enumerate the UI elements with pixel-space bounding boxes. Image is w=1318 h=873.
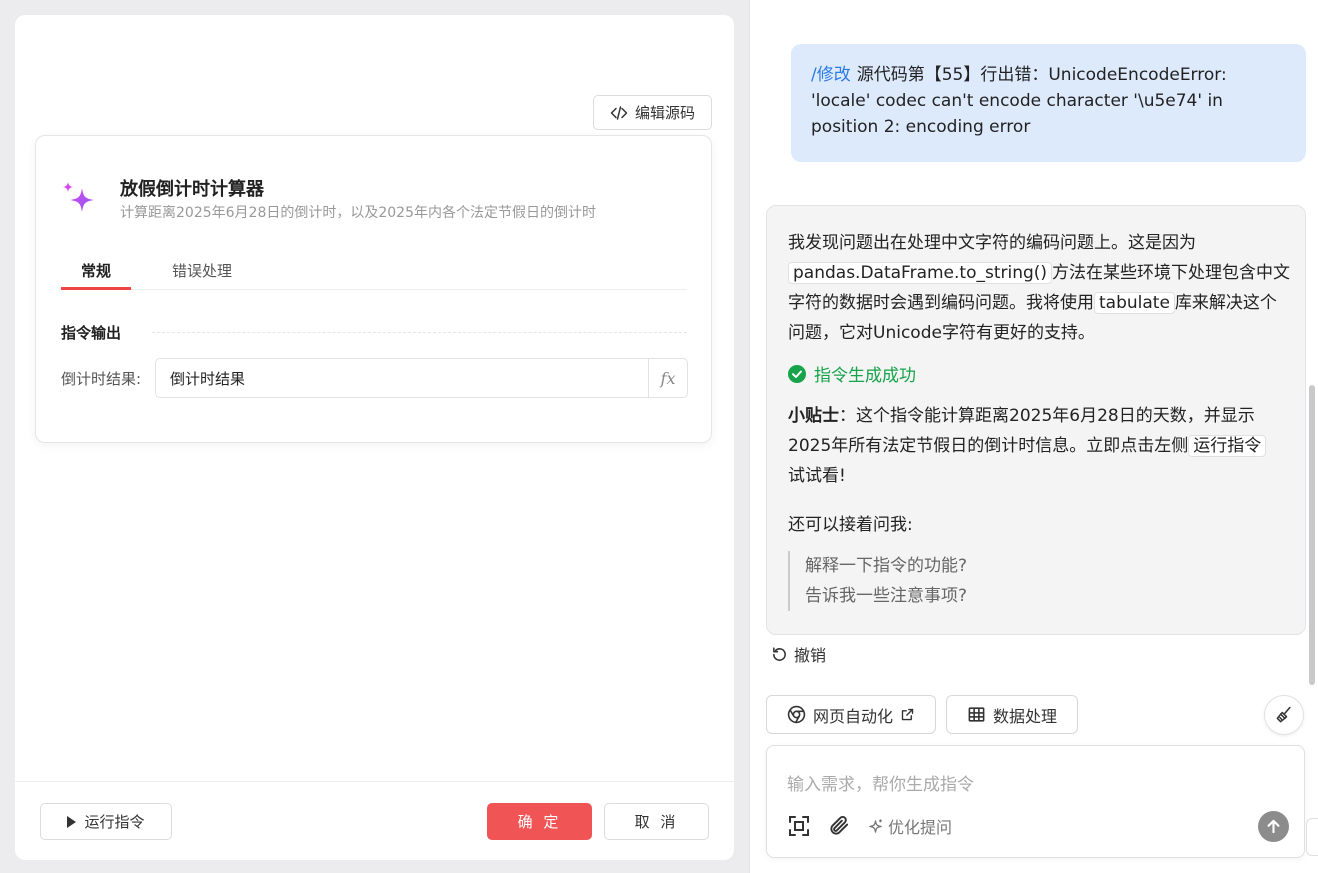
command-card: 放假倒计时计算器 计算距离2025年6月28日的倒计时，以及2025年内各个法定… xyxy=(35,135,712,443)
send-button[interactable] xyxy=(1258,811,1289,842)
run-command-label: 运行指令 xyxy=(84,813,145,831)
chat-scrollbar[interactable] xyxy=(1309,385,1315,685)
run-command-button[interactable]: 运行指令 xyxy=(40,803,172,840)
edit-source-label: 编辑源码 xyxy=(634,104,695,122)
ask-more-label: 还可以接着问我: xyxy=(788,515,913,535)
optimize-question-label: 优化提问 xyxy=(888,818,953,837)
arrow-up-icon xyxy=(1267,819,1280,834)
web-automation-label: 网页自动化 xyxy=(812,706,893,726)
paperclip-icon xyxy=(830,815,849,835)
edit-source-button[interactable]: 编辑源码 xyxy=(593,95,712,130)
sparkle-icon xyxy=(63,182,94,212)
user-message: /修改 源代码第【55】行出错：UnicodeEncodeError: 'loca… xyxy=(791,44,1306,162)
web-automation-chip[interactable]: 网页自动化 xyxy=(766,695,936,734)
suggestion-list: 解释一下指令的功能? 告诉我一些注意事项? xyxy=(788,551,967,611)
inline-code-to-string: pandas.DataFrame.to_string() xyxy=(788,262,1053,284)
fx-button[interactable]: fx xyxy=(648,359,687,397)
external-link-icon xyxy=(901,708,914,721)
success-status: 指令生成成功 xyxy=(788,361,916,386)
chat-input-box: 优化提问 xyxy=(766,745,1305,858)
cancel-button[interactable]: 取 消 xyxy=(604,803,709,840)
undo-button[interactable]: 撤销 xyxy=(771,642,826,666)
code-icon xyxy=(610,105,628,120)
data-processing-label: 数据处理 xyxy=(992,706,1057,726)
screenshot-button[interactable] xyxy=(787,814,811,838)
footer-divider xyxy=(15,781,734,782)
tab-bar: 常规 错误处理 xyxy=(61,256,687,290)
assistant-message: 我发现问题出在处理中文字符的编码问题上。这是因为 pandas.DataFram… xyxy=(766,205,1306,635)
attach-button[interactable] xyxy=(827,814,850,837)
sparkle-small-icon xyxy=(869,818,882,833)
play-icon xyxy=(67,815,77,828)
countdown-result-field: fx xyxy=(155,358,688,398)
broom-icon xyxy=(1276,706,1291,723)
tip-label: 小贴士 xyxy=(788,406,839,426)
optimize-question-button[interactable]: 优化提问 xyxy=(867,814,952,838)
chat-panel: /修改 源代码第【55】行出错：UnicodeEncodeError: 'loca… xyxy=(749,0,1318,873)
explanation-text: 我发现问题出在处理中文字符的编码问题上。这是因为 xyxy=(788,233,1196,253)
scan-icon xyxy=(789,816,809,836)
side-drawer-handle[interactable] xyxy=(1306,818,1318,856)
card-header: 放假倒计时计算器 计算距离2025年6月28日的倒计时，以及2025年内各个法定… xyxy=(60,178,596,223)
command-editor-panel: 编辑源码 放假倒计时计算器 计算距离2025年6月28日的倒计时，以及2025年… xyxy=(15,15,734,860)
section-divider xyxy=(152,332,687,333)
inline-code-run-command: 运行指令 xyxy=(1188,435,1267,457)
undo-icon xyxy=(773,646,786,661)
modify-command-tag: /修改 xyxy=(811,65,851,85)
card-subtitle: 计算距离2025年6月28日的倒计时，以及2025年内各个法定节假日的倒计时 xyxy=(120,205,596,221)
check-circle-icon xyxy=(788,364,806,383)
undo-label: 撤销 xyxy=(794,646,827,665)
countdown-result-label: 倒计时结果: xyxy=(61,370,142,388)
tab-general[interactable]: 常规 xyxy=(61,256,131,290)
clear-chat-button[interactable] xyxy=(1264,695,1304,735)
countdown-result-input[interactable] xyxy=(156,359,648,397)
confirm-button[interactable]: 确 定 xyxy=(487,803,592,840)
suggestion-item[interactable]: 告诉我一些注意事项? xyxy=(805,581,967,611)
suggestion-item[interactable]: 解释一下指令的功能? xyxy=(805,551,967,581)
tip-text: ：这个指令能计算距离2025年6月28日的天数，并显示2025年所有法定节假日的… xyxy=(788,406,1255,456)
user-message-text: 源代码第【55】行出错：UnicodeEncodeError: 'locale'… xyxy=(811,65,1227,137)
table-icon xyxy=(968,707,985,722)
tip-text: 试试看! xyxy=(788,466,846,486)
tip-paragraph: 小贴士：这个指令能计算距离2025年6月28日的天数，并显示2025年所有法定节… xyxy=(788,401,1288,491)
tab-error-handling[interactable]: 错误处理 xyxy=(161,256,243,290)
assistant-explanation: 我发现问题出在处理中文字符的编码问题上。这是因为 pandas.DataFram… xyxy=(788,228,1293,348)
section-title-output: 指令输出 xyxy=(61,324,122,342)
chat-input[interactable] xyxy=(787,770,1287,796)
card-title: 放假倒计时计算器 xyxy=(120,179,264,200)
data-processing-chip[interactable]: 数据处理 xyxy=(946,695,1078,734)
chrome-icon xyxy=(787,705,806,724)
inline-code-tabulate: tabulate xyxy=(1094,292,1175,314)
success-text: 指令生成成功 xyxy=(814,366,916,386)
